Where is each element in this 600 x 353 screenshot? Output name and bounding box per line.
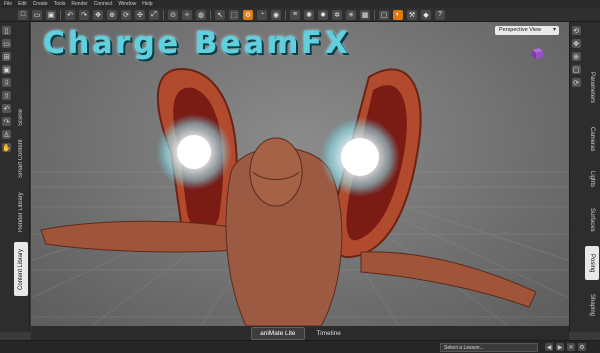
save-icon[interactable]: ▣ <box>46 9 56 20</box>
tab-parameters[interactable]: Parameters <box>585 62 599 114</box>
new-file-icon[interactable]: ▯ <box>2 26 11 35</box>
scale-icon[interactable]: ⤢ <box>149 9 159 20</box>
tab-timeline[interactable]: Timeline <box>309 328 349 339</box>
toolbar-separator <box>374 9 375 20</box>
smart-icon[interactable]: ◆ <box>421 9 431 20</box>
figure-icon[interactable]: ♙ <box>2 130 11 139</box>
creature-figure <box>40 67 537 326</box>
menu-help[interactable]: Help <box>142 0 152 8</box>
iray-preview-icon[interactable]: ◐ <box>393 9 403 20</box>
rotate-icon[interactable]: ⟳ <box>121 9 131 20</box>
node-select-icon[interactable]: ⊕ <box>107 9 117 20</box>
orbit-icon[interactable]: ⟲ <box>571 26 581 35</box>
tile-icon[interactable]: ▦ <box>360 9 370 20</box>
tab-render-library[interactable]: Render Library <box>14 186 28 238</box>
linear-light-icon[interactable]: ✳ <box>346 9 356 20</box>
menu-create[interactable]: Create <box>33 0 48 8</box>
menu-file[interactable]: File <box>4 0 12 8</box>
energy-orb-right <box>320 117 400 197</box>
reset-view-icon[interactable]: ⟳ <box>571 78 581 87</box>
settings-icon[interactable]: ⚙ <box>578 343 586 351</box>
tab-shaping[interactable]: Shaping <box>585 286 599 324</box>
universal-tool-icon[interactable]: ✥ <box>93 9 103 20</box>
left-icon-strip: ▯ ▭ ⊞ ▣ ⇩ ⇧ ↶ ↷ ♙ ✋ <box>2 26 12 152</box>
right-vertical-tabs: Parameters Cameras Lights Surfaces Posin… <box>585 62 599 332</box>
menu-bar: File Edit Create Tools Render Connect Wi… <box>0 0 600 8</box>
align-icon[interactable]: ≡ <box>290 9 300 20</box>
menu-edit[interactable]: Edit <box>18 0 27 8</box>
pan-icon[interactable]: ✥ <box>571 39 581 48</box>
3d-viewport[interactable]: Charge BeamFX Perspective View <box>31 22 569 326</box>
menu-tools[interactable]: Tools <box>54 0 66 8</box>
redo-left-icon[interactable]: ↷ <box>2 117 11 126</box>
import-icon[interactable]: ⇩ <box>2 78 11 87</box>
floor-grid <box>31 67 569 326</box>
joint-editor-icon[interactable]: ⊙ <box>168 9 178 20</box>
merge-icon[interactable]: ⊞ <box>2 52 11 61</box>
prev-icon[interactable]: ◀ <box>545 343 553 351</box>
left-dock: ▯ ▭ ⊞ ▣ ⇩ ⇧ ↶ ↷ ♙ ✋ Scene Smart Content … <box>0 22 30 332</box>
pointer-icon[interactable]: ↖ <box>215 9 225 20</box>
spot-light-icon[interactable]: ✺ <box>304 9 314 20</box>
open-icon[interactable]: ▭ <box>32 9 42 20</box>
undo-left-icon[interactable]: ↶ <box>2 104 11 113</box>
save-as-icon[interactable]: ▣ <box>2 65 11 74</box>
status-icon-group: ◀ ▶ ✕ ⚙ <box>545 343 586 351</box>
tab-animate-lite[interactable]: aniMate Lite <box>251 326 305 340</box>
toolbar-separator <box>285 9 286 20</box>
redo-icon[interactable]: ↷ <box>79 9 89 20</box>
tab-surfaces[interactable]: Surfaces <box>585 200 599 240</box>
tab-cameras[interactable]: Cameras <box>585 120 599 158</box>
point-light-icon[interactable]: ✲ <box>332 9 342 20</box>
active-pose-icon[interactable]: ✧ <box>182 9 192 20</box>
toolbar-separator <box>60 9 61 20</box>
camera-icon[interactable]: ◉ <box>271 9 281 20</box>
folder-icon[interactable]: ▭ <box>2 39 11 48</box>
tools-icon[interactable]: ⚒ <box>407 9 417 20</box>
render-settings-icon[interactable]: ⚙ <box>243 9 253 20</box>
pose-icon[interactable]: ✋ <box>2 143 11 152</box>
next-icon[interactable]: ▶ <box>556 343 564 351</box>
menu-window[interactable]: Window <box>118 0 136 8</box>
menu-render[interactable]: Render <box>71 0 87 8</box>
energy-orb-left <box>156 114 232 190</box>
camera-view-dropdown[interactable]: Perspective View <box>495 26 559 35</box>
frame-icon[interactable]: ▢ <box>571 65 581 74</box>
status-bar: Select a Lesson... ◀ ▶ ✕ ⚙ <box>0 340 600 353</box>
right-dock: ⟲ ✥ ⊕ ▢ ⟳ Parameters Cameras Lights Surf… <box>569 22 600 332</box>
bottom-pane-tabs: aniMate Lite Timeline <box>31 326 569 340</box>
help-icon[interactable]: ? <box>435 9 445 20</box>
view-cube-icon[interactable] <box>529 46 545 60</box>
tab-scene[interactable]: Scene <box>14 102 28 132</box>
render-icon[interactable]: ▢ <box>379 9 389 20</box>
toolbar-separator <box>210 9 211 20</box>
undo-icon[interactable]: ↶ <box>65 9 75 20</box>
region-icon[interactable]: ⬚ <box>229 9 239 20</box>
surface-selection-icon[interactable]: ◍ <box>196 9 206 20</box>
translate-icon[interactable]: ✣ <box>135 9 145 20</box>
main-toolbar: □ ▭ ▣ ↶ ↷ ✥ ⊕ ⟳ ✣ ⤢ ⊙ ✧ ◍ ↖ ⬚ ⚙ ◔ ◉ ≡ ✺ … <box>0 8 600 22</box>
toolbar-separator <box>163 9 164 20</box>
right-icon-strip: ⟲ ✥ ⊕ ▢ ⟳ <box>570 26 582 87</box>
tab-lights[interactable]: Lights <box>585 164 599 194</box>
tab-smart-content[interactable]: Smart Content <box>14 136 28 182</box>
new-scene-icon[interactable]: □ <box>18 9 28 20</box>
geometry-icon[interactable]: ◔ <box>257 9 267 20</box>
close-icon[interactable]: ✕ <box>567 343 575 351</box>
tab-posing[interactable]: Posing <box>585 246 599 280</box>
lesson-select[interactable]: Select a Lesson... <box>440 343 538 352</box>
menu-connect[interactable]: Connect <box>94 0 113 8</box>
zoom-icon[interactable]: ⊕ <box>571 52 581 61</box>
left-vertical-tabs: Scene Smart Content Render Library Conte… <box>14 102 28 302</box>
tab-content-library[interactable]: Content Library <box>14 242 28 296</box>
overlay-title: Charge BeamFX <box>43 26 352 61</box>
export-icon[interactable]: ⇧ <box>2 91 11 100</box>
distant-light-icon[interactable]: ✹ <box>318 9 328 20</box>
